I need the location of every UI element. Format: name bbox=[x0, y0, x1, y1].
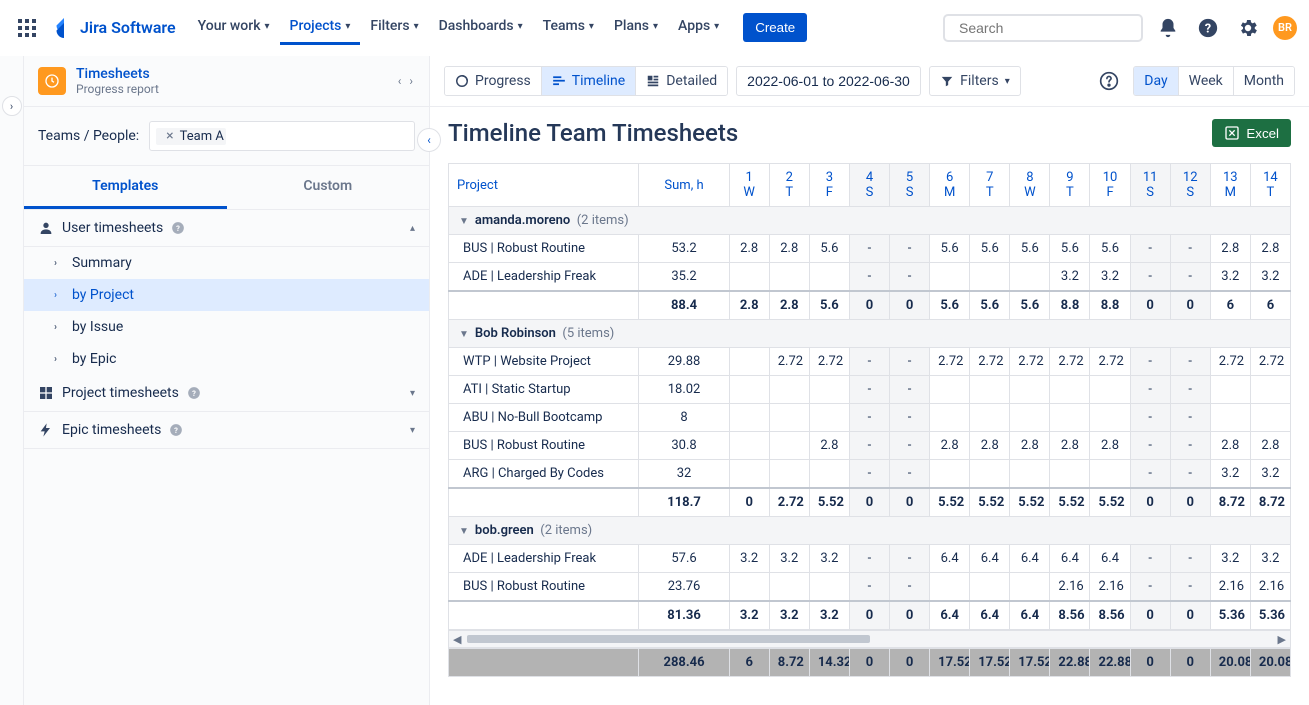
table-row: ADE | Leadership Freak35.2--3.23.2--3.23… bbox=[449, 263, 1291, 292]
table-row: BUS | Robust Routine23.76--2.162.16--2.1… bbox=[449, 573, 1291, 602]
tab-custom[interactable]: Custom bbox=[227, 166, 430, 209]
table-row: ABU | No-Bull Bootcamp8---- bbox=[449, 404, 1291, 432]
section-project-timesheets[interactable]: Project timesheets ? ▾ bbox=[24, 375, 429, 412]
table-row: BUS | Robust Routine53.22.82.85.6--5.65.… bbox=[449, 235, 1291, 263]
tree-item-by-project[interactable]: ›by Project bbox=[24, 279, 429, 311]
pager-next[interactable]: › bbox=[407, 72, 415, 90]
help-badge-icon[interactable]: ? bbox=[187, 386, 201, 400]
section-epic-timesheets[interactable]: Epic timesheets ? ▾ bbox=[24, 412, 429, 449]
period-month[interactable]: Month bbox=[1234, 67, 1294, 95]
subtotal-row: 118.702.725.52005.525.525.525.525.52008.… bbox=[449, 488, 1291, 517]
create-button[interactable]: Create bbox=[743, 13, 807, 42]
view-detailed[interactable]: Detailed bbox=[636, 67, 727, 95]
table-row: ADE | Leadership Freak57.63.23.23.2--6.4… bbox=[449, 545, 1291, 573]
subtotal-row: 88.42.82.85.6005.65.65.68.88.80066 bbox=[449, 291, 1291, 320]
toolbar: Progress Timeline Detailed Filters ▾ bbox=[430, 56, 1309, 107]
teams-label: Teams / People: bbox=[38, 128, 139, 144]
chevron-up-icon: ▴ bbox=[410, 223, 415, 234]
view-progress[interactable]: Progress bbox=[445, 67, 542, 95]
bolt-icon bbox=[38, 422, 54, 438]
filters-button[interactable]: Filters ▾ bbox=[929, 66, 1021, 96]
export-excel-button[interactable]: Excel bbox=[1212, 119, 1291, 147]
left-rail: › bbox=[0, 56, 24, 705]
svg-text:?: ? bbox=[174, 426, 178, 435]
section-user-timesheets[interactable]: User timesheets ? ▴ bbox=[24, 210, 429, 247]
notifications-icon[interactable] bbox=[1153, 13, 1183, 43]
table-row: ATI | Static Startup18.02---- bbox=[449, 376, 1291, 404]
table-row: WTP | Website Project29.882.722.72--2.72… bbox=[449, 348, 1291, 376]
sidebar-title[interactable]: Timesheets bbox=[76, 66, 159, 82]
team-tag: × Team A bbox=[156, 128, 226, 145]
search-field[interactable] bbox=[959, 20, 1140, 36]
pager-prev[interactable]: ‹ bbox=[396, 72, 404, 90]
filter-icon bbox=[940, 74, 954, 88]
nav-item-apps[interactable]: Apps ▾ bbox=[668, 10, 729, 45]
teams-input[interactable]: × Team A bbox=[149, 121, 415, 151]
app-switcher-icon[interactable] bbox=[12, 13, 42, 43]
nav-item-plans[interactable]: Plans ▾ bbox=[604, 10, 668, 45]
view-timeline[interactable]: Timeline bbox=[542, 67, 636, 95]
tree-item-summary[interactable]: ›Summary bbox=[24, 247, 429, 279]
grid-icon bbox=[38, 385, 54, 401]
horizontal-scrollbar[interactable]: ◀ ▶ bbox=[448, 630, 1291, 648]
jira-logo[interactable]: Jira Software bbox=[46, 18, 184, 38]
timeline-icon bbox=[552, 74, 566, 88]
svg-text:?: ? bbox=[192, 389, 196, 398]
nav-item-teams[interactable]: Teams ▾ bbox=[533, 10, 604, 45]
collapse-sidebar-button[interactable]: ‹ bbox=[417, 128, 441, 152]
svg-text:?: ? bbox=[176, 224, 180, 233]
chevron-down-icon: ▾ bbox=[410, 388, 415, 399]
excel-icon bbox=[1224, 125, 1240, 141]
chevron-down-icon: ▾ bbox=[1005, 76, 1010, 87]
user-avatar[interactable]: BR bbox=[1273, 16, 1297, 40]
sidebar-pager: ‹ › bbox=[396, 72, 415, 90]
expand-rail-button[interactable]: › bbox=[2, 96, 22, 116]
nav-item-your-work[interactable]: Your work ▾ bbox=[188, 10, 280, 45]
search-input[interactable] bbox=[943, 14, 1143, 42]
date-range-input[interactable] bbox=[736, 66, 921, 96]
period-week[interactable]: Week bbox=[1179, 67, 1234, 95]
svg-text:?: ? bbox=[1205, 21, 1211, 36]
subtotal-row: 81.363.23.23.2006.46.46.48.568.56005.365… bbox=[449, 601, 1291, 630]
help-badge-icon[interactable]: ? bbox=[169, 423, 183, 437]
page-title: Timeline Team Timesheets bbox=[448, 119, 738, 147]
progress-icon bbox=[455, 74, 469, 88]
nav-item-filters[interactable]: Filters ▾ bbox=[360, 10, 428, 45]
grand-total: 288.4668.7214.320017.5217.5217.5222.8822… bbox=[449, 649, 1291, 677]
tag-remove-icon[interactable]: × bbox=[162, 129, 177, 143]
help-icon[interactable]: ? bbox=[1193, 13, 1223, 43]
table-row: BUS | Robust Routine30.82.8--2.82.82.82.… bbox=[449, 432, 1291, 460]
top-nav: Jira Software Your work ▾Projects ▾Filte… bbox=[0, 0, 1309, 56]
chevron-down-icon: ▾ bbox=[410, 425, 415, 436]
timesheet-table: ProjectSum, h1W2T3F4S5S6M7T8W9T10F11S12S… bbox=[448, 163, 1291, 630]
tab-templates[interactable]: Templates bbox=[24, 166, 227, 209]
timesheets-app-icon bbox=[38, 67, 66, 95]
scroll-right-icon[interactable]: ▶ bbox=[1278, 633, 1286, 646]
product-name: Jira Software bbox=[80, 18, 176, 37]
sidebar-subtitle: Progress report bbox=[76, 82, 159, 96]
group-row[interactable]: ▼amanda.moreno (2 items) bbox=[449, 207, 1291, 235]
sidebar: ‹ Timesheets Progress report ‹ › Teams /… bbox=[24, 56, 430, 705]
user-icon bbox=[38, 220, 54, 236]
nav-item-projects[interactable]: Projects ▾ bbox=[280, 10, 361, 45]
tree-item-by-epic[interactable]: ›by Epic bbox=[24, 343, 429, 375]
period-day[interactable]: Day bbox=[1134, 67, 1178, 95]
settings-icon[interactable] bbox=[1233, 13, 1263, 43]
group-row[interactable]: ▼bob.green (2 items) bbox=[449, 517, 1291, 545]
detailed-icon bbox=[646, 74, 660, 88]
help-badge-icon[interactable]: ? bbox=[171, 221, 185, 235]
nav-item-dashboards[interactable]: Dashboards ▾ bbox=[429, 10, 533, 45]
table-row: ARG | Charged By Codes32----3.23.2 bbox=[449, 460, 1291, 489]
group-row[interactable]: ▼Bob Robinson (5 items) bbox=[449, 320, 1291, 348]
help-icon[interactable] bbox=[1095, 67, 1123, 95]
grand-total-row: 288.4668.7214.320017.5217.5217.5222.8822… bbox=[448, 648, 1291, 677]
scroll-left-icon[interactable]: ◀ bbox=[453, 633, 461, 646]
content: Progress Timeline Detailed Filters ▾ bbox=[430, 56, 1309, 705]
tree-item-by-issue[interactable]: ›by Issue bbox=[24, 311, 429, 343]
